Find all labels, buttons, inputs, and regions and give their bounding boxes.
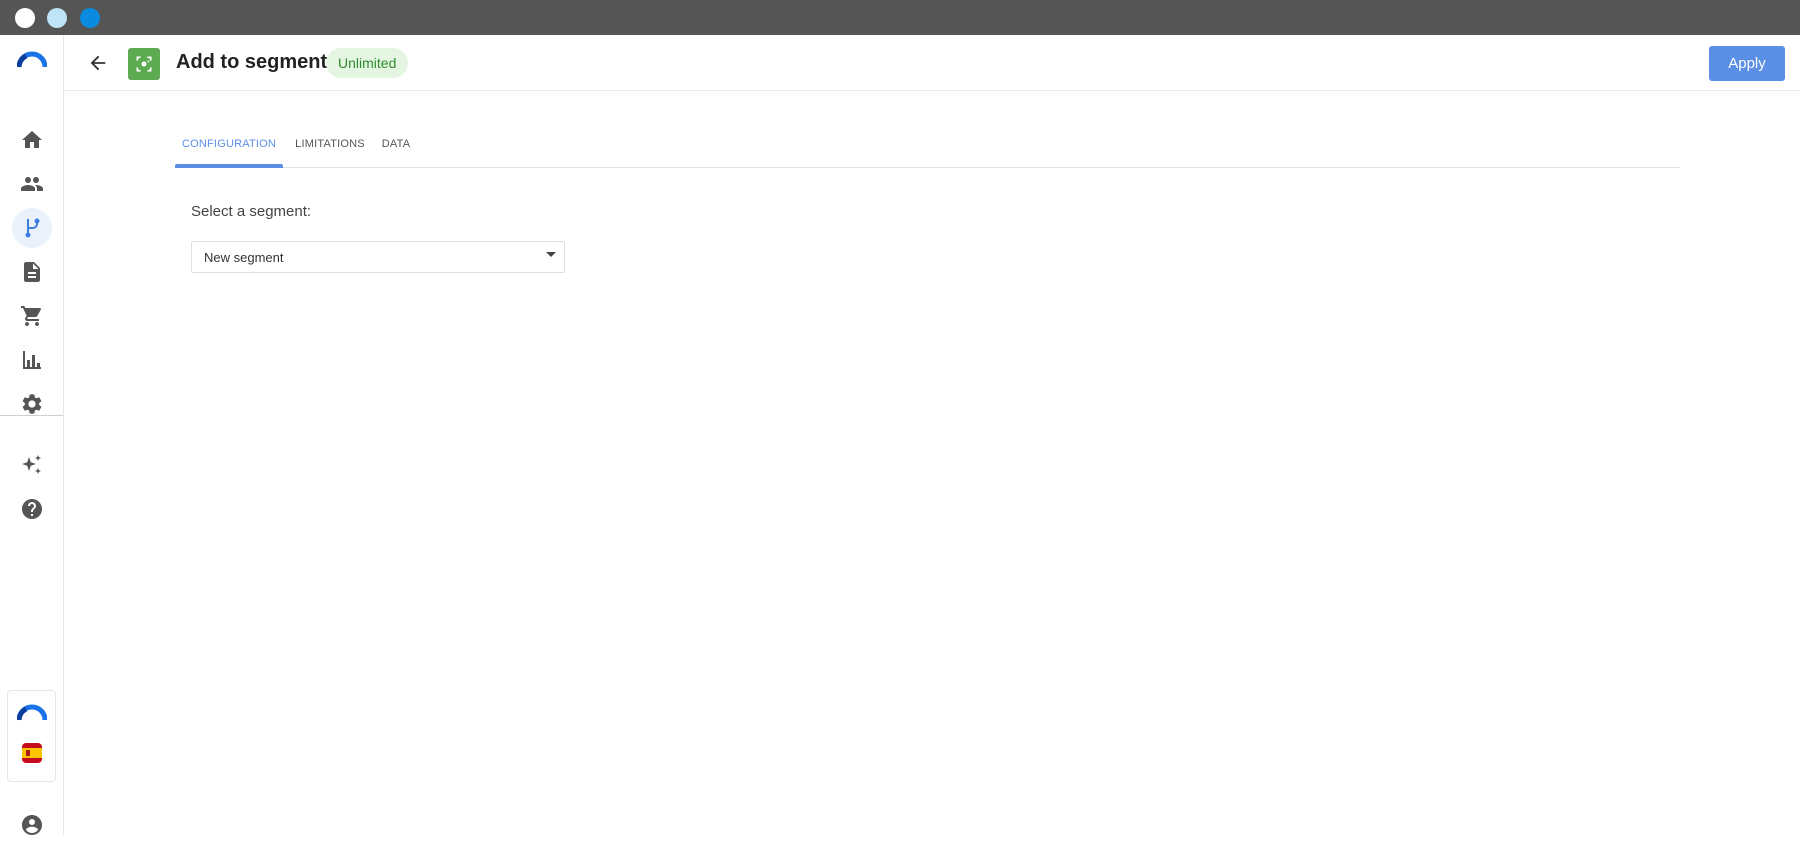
spain-flag-icon[interactable] (22, 743, 42, 763)
bar-chart-icon (23, 351, 41, 369)
account-icon (22, 815, 42, 835)
workspace-card (7, 690, 56, 782)
active-tab-indicator (175, 164, 283, 168)
caret-down-icon (546, 252, 556, 257)
segment-select-label: Select a segment: (191, 203, 312, 220)
tab-data[interactable]: DATA (378, 128, 414, 168)
arrow-left-icon (90, 55, 106, 71)
window-maximize-dot[interactable] (80, 8, 100, 28)
tab-configuration[interactable]: CONFIGURATION (175, 128, 283, 168)
window-close-dot[interactable] (15, 8, 35, 28)
window-minimize-dot[interactable] (47, 8, 67, 28)
window-titlebar (0, 0, 1800, 35)
sidebar-item-reports[interactable] (12, 340, 52, 380)
sidebar-item-ai[interactable] (12, 445, 52, 485)
page-title: Add to segment (176, 51, 328, 73)
focus-sparkle-icon (136, 56, 152, 72)
segment-select-value: New segment (204, 250, 284, 265)
sidebar-item-home[interactable] (12, 120, 52, 160)
sidebar-divider (0, 415, 63, 416)
sidebar-item-ecommerce[interactable] (12, 296, 52, 336)
gear-icon (22, 394, 42, 414)
document-icon (24, 262, 40, 282)
sidebar-item-settings[interactable] (12, 384, 52, 424)
sidebar-item-content[interactable] (12, 252, 52, 292)
sidebar-item-help[interactable] (12, 489, 52, 529)
flow-icon (25, 218, 40, 238)
segment-app-icon (128, 48, 160, 80)
cart-icon (21, 306, 42, 326)
sidebar-item-workflows[interactable] (12, 208, 52, 248)
people-icon (21, 177, 43, 191)
home-icon (22, 131, 42, 148)
brand-logo-icon[interactable] (16, 704, 48, 722)
tab-limitations[interactable]: LIMITATIONS (290, 128, 370, 168)
sidebar-item-contacts[interactable] (12, 164, 52, 204)
sparkles-icon (22, 455, 41, 474)
plan-badge: Unlimited (326, 48, 409, 78)
page-header: Add to segment Unlimited Apply (64, 35, 1800, 91)
tab-bar: CONFIGURATION LIMITATIONS DATA (175, 128, 1680, 168)
sidebar-item-account[interactable] (12, 805, 52, 845)
back-button[interactable] (82, 47, 114, 79)
segment-select[interactable]: New segment (191, 241, 565, 273)
help-icon (22, 499, 42, 519)
brand-logo-icon[interactable] (16, 51, 48, 69)
sidebar-rail (0, 35, 64, 835)
apply-button[interactable]: Apply (1709, 46, 1785, 81)
